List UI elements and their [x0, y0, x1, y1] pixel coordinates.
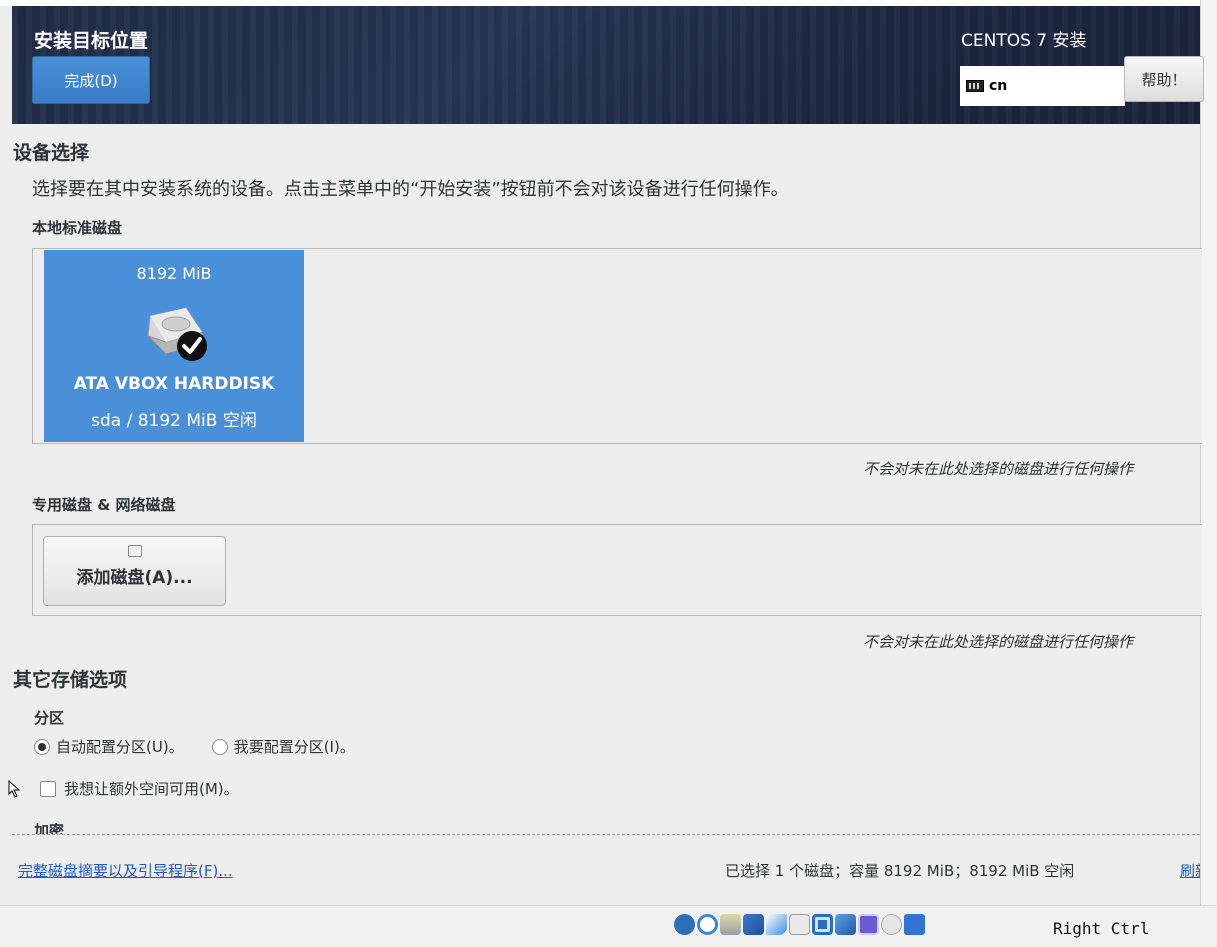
keyboard-icon — [966, 80, 984, 92]
manual-partition-label[interactable]: 我要配置分区(I)。 — [234, 736, 355, 757]
help-button[interactable]: 帮助！ — [1124, 56, 1204, 102]
footer-divider — [12, 834, 1200, 835]
keyboard-layout-indicator[interactable]: cn — [960, 66, 1125, 106]
optical-drive-icon[interactable] — [697, 914, 718, 935]
mouse-integration-icon[interactable] — [881, 914, 902, 935]
full-disk-summary-link[interactable]: 完整磁盘摘要以及引导程序(F)... — [18, 860, 233, 881]
add-disk-label: 添加磁盘(A)... — [76, 568, 193, 588]
shared-folder-icon[interactable] — [789, 914, 810, 935]
keyboard-layout-label: cn — [989, 78, 1008, 94]
refresh-link[interactable]: 刷新 — [1180, 860, 1200, 881]
special-disks-heading: 专用磁盘 & 网络磁盘 — [32, 496, 176, 514]
page-title: 安装目标位置 — [34, 30, 149, 52]
network-icon[interactable] — [743, 914, 764, 935]
capture-icon[interactable] — [835, 914, 856, 935]
disk-tile-sda[interactable]: 8192 MiB ATA VBOX HARDDISK sda / 8192 Mi… — [44, 250, 304, 442]
extra-space-option: 我想让额外空间可用(M)。 — [40, 778, 239, 799]
disk-add-icon — [127, 545, 142, 557]
vm-status-bar: Right Ctrl — [0, 905, 1217, 947]
spoke-header: 安装目标位置 完成(D) CENTOS 7 安装 cn — [12, 6, 1200, 124]
special-disks-note: 不会对未在此处选择的磁盘进行任何操作 — [863, 633, 1134, 651]
local-disks-note: 不会对未在此处选择的磁盘进行任何操作 — [863, 460, 1134, 478]
manual-partition-radio[interactable] — [211, 738, 228, 755]
other-storage-heading: 其它存储选项 — [13, 669, 128, 691]
network-adapter-icon[interactable] — [720, 914, 741, 935]
selection-status: 已选择 1 个磁盘；容量 8192 MiB；8192 MiB 空闲 — [725, 862, 1075, 880]
encryption-heading: 加密 — [34, 822, 65, 834]
auto-partition-radio[interactable] — [34, 738, 50, 755]
extra-space-label[interactable]: 我想让额外空间可用(M)。 — [64, 778, 239, 799]
partition-options: 自动配置分区(U)。 我要配置分区(I)。 — [34, 736, 355, 757]
mouse-cursor-icon — [8, 780, 21, 798]
disk-size: 8192 MiB — [136, 264, 212, 283]
product-title: CENTOS 7 安装 — [961, 31, 1087, 51]
local-disks-heading: 本地标准磁盘 — [32, 219, 123, 237]
keyboard-capture-icon[interactable] — [904, 914, 925, 935]
window-right-edge — [1200, 0, 1217, 905]
auto-partition-label[interactable]: 自动配置分区(U)。 — [56, 736, 184, 757]
usb-icon[interactable] — [766, 914, 787, 935]
device-selection-description: 选择要在其中安装系统的设备。点击主菜单中的“开始安装”按钮前不会对该设备进行任何… — [32, 179, 789, 200]
device-selection-heading: 设备选择 — [13, 142, 90, 164]
add-disk-button[interactable]: 添加磁盘(A)... — [43, 536, 226, 606]
vm-device-tray — [674, 914, 927, 935]
vbox-icon[interactable] — [858, 914, 879, 935]
disk-info: sda / 8192 MiB 空闲 — [91, 411, 257, 431]
host-key-label: Right Ctrl — [1053, 919, 1150, 938]
hard-disk-icon — [147, 307, 207, 361]
audio-icon[interactable] — [674, 914, 695, 935]
done-button[interactable]: 完成(D) — [32, 56, 150, 104]
partition-heading: 分区 — [34, 709, 65, 727]
extra-space-checkbox[interactable] — [40, 780, 56, 797]
disk-name: ATA VBOX HARDDISK — [73, 374, 275, 394]
display-icon[interactable] — [812, 914, 833, 935]
